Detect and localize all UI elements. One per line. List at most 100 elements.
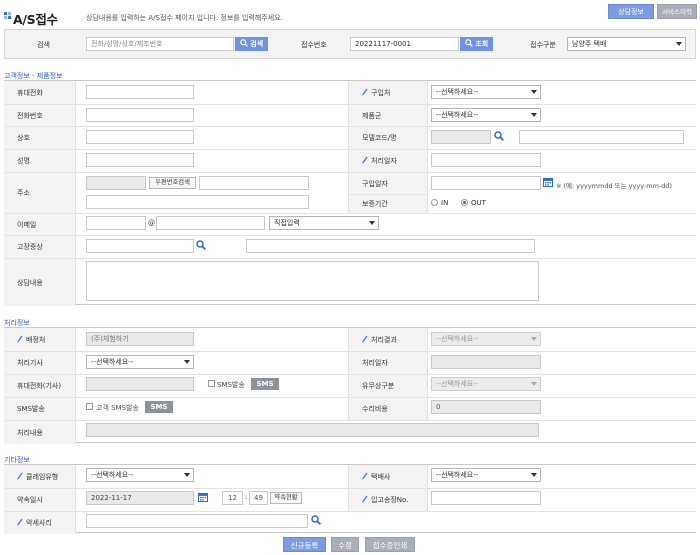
warranty-in-radio[interactable]: [431, 199, 438, 206]
tech-mobile-label: 휴대전화(기사): [17, 382, 62, 390]
receipt-no-input[interactable]: 20221117-0001: [350, 37, 459, 51]
process-date-input[interactable]: [431, 153, 541, 167]
pencil-icon: [362, 156, 368, 164]
warranty-out-radio[interactable]: [461, 199, 468, 206]
chevron-down-icon: [531, 90, 537, 94]
email-id-input[interactable]: [86, 216, 146, 230]
result-label: 처리결과: [371, 335, 397, 344]
name-input[interactable]: [86, 153, 194, 167]
chevron-down-icon: [184, 360, 190, 364]
model-code-label: 모델코드/명: [362, 134, 397, 142]
lookup-button[interactable]: 조회: [460, 37, 493, 51]
purchase-place-label: 구입처: [371, 88, 391, 97]
customer-sms-checkbox[interactable]: [86, 403, 93, 410]
result-value: --선택하세요--: [436, 335, 479, 343]
tech-sms-label: SMS발송: [217, 381, 245, 389]
accessory-input[interactable]: [86, 514, 308, 528]
symptom-detail-input[interactable]: [246, 239, 535, 253]
email-domain-input[interactable]: [156, 216, 265, 230]
consult-textarea[interactable]: [86, 261, 539, 301]
repair-cost-label: 수리비용: [362, 405, 388, 413]
proc-date-label: 처리일자: [362, 359, 388, 367]
appt-date-label: 약속일시: [17, 496, 43, 504]
chevron-down-icon: [676, 42, 682, 46]
content-input[interactable]: [86, 423, 539, 437]
sms-send-label: SMS발송: [17, 405, 45, 413]
chevron-down-icon: [531, 337, 537, 341]
pencil-icon: [362, 88, 368, 96]
tech-sms-checkbox[interactable]: [208, 380, 215, 387]
pencil-icon: [17, 335, 23, 343]
purchase-place-value: --선택하세요--: [436, 88, 479, 96]
new-register-button[interactable]: 신규등록: [283, 537, 326, 552]
purchase-date-input[interactable]: [431, 176, 541, 190]
appt-hour-input[interactable]: 12: [222, 491, 243, 505]
product-group-select[interactable]: --선택하세요--: [431, 108, 541, 122]
receipt-type-value: 남양주 택배: [572, 40, 607, 48]
pencil-icon: [17, 518, 23, 526]
symptom-label: 고장증상: [17, 243, 43, 251]
pencil-icon: [362, 472, 368, 480]
page-title: A/S접수: [13, 12, 58, 27]
company-label: 상호: [17, 134, 30, 142]
date-format-hint: ※ (예: yyyymmdd 또는 yyyy-mm-dd): [556, 182, 673, 190]
search-button[interactable]: 검색: [235, 37, 268, 51]
symptom-code-input[interactable]: [86, 239, 194, 253]
claim-type-label: 클레임유형: [26, 472, 59, 481]
search-label: 검색: [37, 41, 50, 49]
tech-mobile-input[interactable]: [86, 377, 194, 391]
model-code-input[interactable]: [431, 130, 491, 144]
paid-type-select[interactable]: --선택하세요--: [431, 377, 541, 391]
technician-value: --선택하세요--: [91, 358, 134, 366]
claim-type-select[interactable]: --선택하세요--: [86, 468, 194, 482]
technician-select[interactable]: --선택하세요--: [86, 355, 194, 369]
accessory-search-icon[interactable]: [311, 515, 321, 525]
paid-type-value: --선택하세요--: [436, 380, 479, 388]
chevron-down-icon: [531, 473, 537, 477]
company-input[interactable]: [86, 130, 194, 144]
address2-input[interactable]: [86, 195, 309, 209]
courier-label: 택배사: [371, 472, 391, 481]
invoice-input[interactable]: [431, 491, 541, 505]
search-icon: [240, 39, 248, 47]
product-group-label: 제품군: [362, 111, 382, 120]
time-colon: :: [245, 493, 248, 501]
mobile-input[interactable]: [86, 85, 194, 99]
receipt-no-label: 접수번호: [301, 41, 327, 49]
symptom-search-icon[interactable]: [196, 240, 206, 250]
appt-minute-input[interactable]: 49: [249, 491, 268, 505]
invoice-label: 입고송장No.: [371, 496, 409, 504]
dispatch-input[interactable]: (주)체험하기: [86, 332, 194, 346]
chevron-down-icon: [184, 473, 190, 477]
receipt-type-select[interactable]: 남양주 택배: [567, 37, 686, 51]
email-domain-select[interactable]: 직접입력: [269, 216, 379, 230]
customer-sms-button[interactable]: SMS: [145, 401, 173, 413]
appt-date-input[interactable]: 2022-11-17: [86, 491, 194, 505]
service-history-button[interactable]: 서비스이력: [657, 4, 697, 19]
calendar-icon[interactable]: [543, 177, 553, 187]
zipcode-input[interactable]: [86, 176, 146, 190]
proc-date-input[interactable]: [431, 355, 541, 369]
search-input[interactable]: 전화/성명/상호/제조번호: [86, 37, 234, 51]
customer-sms-label: 고객 SMS발송: [96, 404, 139, 412]
model-search-icon[interactable]: [494, 131, 504, 141]
edit-button[interactable]: 수정: [331, 537, 359, 552]
address1-input[interactable]: [199, 176, 309, 190]
repair-cost-input[interactable]: 0: [431, 400, 541, 414]
phone-input[interactable]: [86, 108, 194, 122]
chevron-down-icon: [369, 221, 375, 225]
calendar-icon[interactable]: [198, 492, 208, 502]
accessory-label: 악세사리: [26, 519, 52, 527]
model-name-input[interactable]: [519, 130, 684, 144]
zipcode-search-button[interactable]: 우편번호검색: [149, 177, 196, 189]
purchase-place-select[interactable]: --선택하세요--: [431, 85, 541, 99]
appointment-status-button[interactable]: 약속현황: [270, 492, 302, 504]
email-label: 이메일: [17, 220, 37, 229]
tech-sms-button[interactable]: SMS: [251, 378, 279, 390]
pencil-icon: [362, 335, 368, 343]
print-receipt-button[interactable]: 접수증인쇄: [365, 537, 415, 552]
title-icon: [4, 12, 11, 19]
courier-select[interactable]: --선택하세요--: [431, 468, 541, 482]
result-select[interactable]: --선택하세요--: [431, 332, 541, 346]
consult-info-button[interactable]: 상담정보: [608, 4, 654, 19]
